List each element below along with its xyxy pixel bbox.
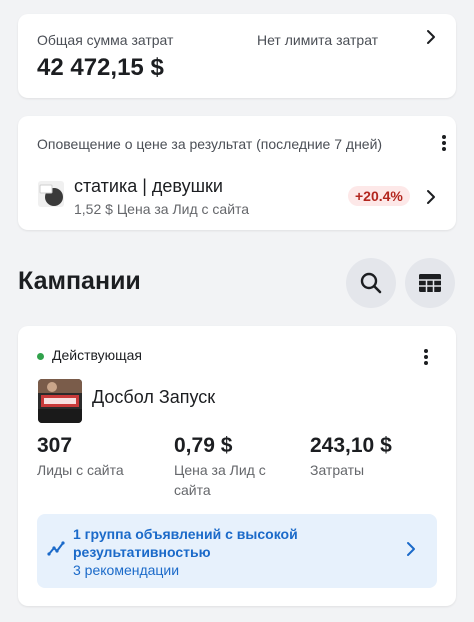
stat-label: Затраты — [310, 462, 365, 478]
ad-metric: 1,52 $ Цена за Лид с сайта — [74, 201, 250, 217]
trend-up-icon — [47, 539, 65, 557]
total-spend-card[interactable]: Общая сумма затрат Нет лимита затрат 42 … — [18, 14, 456, 98]
spend-label: Общая сумма затрат — [37, 32, 174, 48]
alert-title: Оповещение о цене за результат (последни… — [37, 136, 383, 152]
chevron-right-icon[interactable] — [405, 541, 417, 557]
chevron-right-icon[interactable] — [424, 188, 438, 206]
ad-thumbnail — [38, 181, 64, 207]
search-icon — [359, 271, 383, 295]
spend-limit-text: Нет лимита затрат — [257, 32, 379, 48]
search-button[interactable] — [346, 258, 396, 308]
stat-label: Цена за Лид с сайта — [174, 462, 266, 498]
recommendation-banner[interactable]: 1 группа объявлений с высокой результати… — [37, 514, 437, 588]
table-icon — [418, 273, 442, 293]
recommendation-title: 1 группа объявлений с высокой результати… — [73, 526, 298, 560]
chevron-right-icon[interactable] — [424, 28, 438, 46]
stat-label: Лиды с сайта — [37, 462, 124, 478]
campaign-thumbnail — [38, 379, 82, 423]
status-dot — [37, 353, 44, 360]
spend-value: 42 472,15 $ — [37, 54, 164, 81]
campaigns-title: Кампании — [18, 267, 141, 295]
table-view-button[interactable] — [405, 258, 455, 308]
campaign-card[interactable]: Действующая Досбол Запуск 307 Лиды с сай… — [18, 326, 456, 606]
recommendation-count: 3 рекомендации — [73, 562, 180, 578]
ad-name[interactable]: статика | девушки — [74, 176, 223, 197]
cost-alert-card: Оповещение о цене за результат (последни… — [18, 116, 456, 230]
change-badge: +20.4% — [348, 186, 410, 206]
campaign-name[interactable]: Досбол Запуск — [92, 387, 215, 408]
stat-value: 0,79 $ — [174, 434, 233, 457]
more-options-icon[interactable] — [440, 134, 448, 152]
stat-value: 243,10 $ — [310, 434, 392, 457]
more-options-icon[interactable] — [422, 348, 430, 366]
stat-value: 307 — [37, 434, 73, 457]
status-label: Действующая — [52, 347, 143, 363]
